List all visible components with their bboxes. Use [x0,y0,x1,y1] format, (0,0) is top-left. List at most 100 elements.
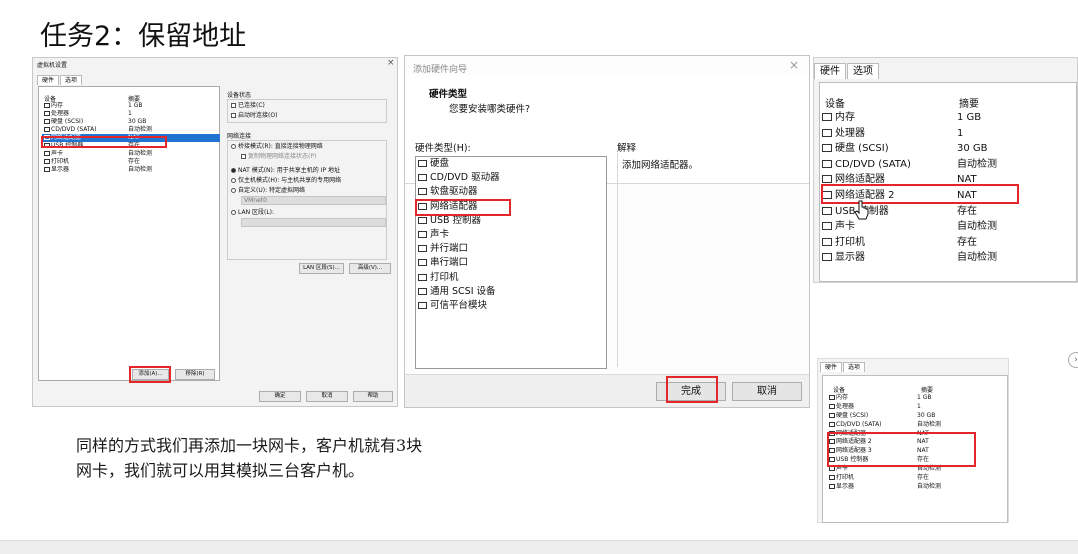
device-row[interactable]: 打印机 存在 [42,158,220,166]
device-summary: 自动检测 [957,221,997,233]
hardware-type-rows: 硬盘 CD/DVD 驱动器 软盘驱动器 网络适配器 USB 控制器 声卡 并行端口 串行端口打… [416,157,606,313]
hardware-type-item[interactable]: 并行端口 [416,242,606,256]
network-heading: 网络连接 [227,133,252,140]
checkbox-icon [231,103,236,108]
device-row[interactable]: 打印机 存在 [829,473,1005,482]
ok-button[interactable]: 确定 [259,391,301,402]
device-name: 内存 [835,112,855,123]
device-row[interactable]: 显示器 自动检测 [829,482,1005,491]
hardware-type-item[interactable]: 串行端口 [416,256,606,270]
device-row[interactable]: 内存 1 GB [829,393,1005,402]
hardware-type-item[interactable]: 可信平台模块 [416,299,606,313]
host-only-radio[interactable]: 仅主机模式(H): 与主机共享的专用网络 [231,176,383,186]
device-name: 硬盘 (SCSI) [51,118,84,125]
hardware-type-item[interactable]: 软盘驱动器 [416,185,606,199]
device-name: 硬盘 (SCSI) [835,143,889,155]
tab-hardware[interactable]: 硬件 [814,63,846,79]
connected-checkbox[interactable]: 已连接(C) [231,101,383,111]
help-button[interactable]: 帮助 [353,391,393,402]
device-row[interactable]: 硬盘 (SCSI) 30 GB [42,118,220,126]
network-icon [822,175,832,184]
hardware-type-item[interactable]: 声卡 [416,228,606,242]
custom-radio[interactable]: 自定义(U): 特定虚拟网络 [231,186,383,196]
device-name-cell: 打印机 [44,158,128,166]
device-row[interactable]: 硬盘 (SCSI) 30 GB [822,141,1074,157]
cancel-button[interactable]: 取消 [732,382,802,401]
hardware-type-name: 打印机 [430,271,459,283]
lan-radio[interactable]: LAN 区段(L): [231,208,383,218]
wizard-subheading: 您要安装哪类硬件? [449,104,531,115]
device-row[interactable]: 打印机 存在 [822,235,1074,251]
hardware-type-item[interactable]: 硬盘 [416,157,606,171]
device-row[interactable]: CD/DVD (SATA) 自动检测 [42,126,220,134]
network-group: 桥接模式(R): 直接连接物理网络 复制物理网络连接状态(P) NAT 模式(N… [227,140,387,260]
hardware-type-name: 串行端口 [430,257,469,269]
device-summary: 1 [957,127,964,139]
custom-network-select[interactable]: VMnet0 [241,196,386,205]
device-row[interactable]: 处理器 1 [829,402,1005,411]
device-summary: 存在 [917,474,930,482]
usb-icon [822,206,832,215]
floppy-icon [418,188,427,196]
device-name-cell: USB 控制器 [822,204,957,220]
device-row[interactable]: 处理器 1 [42,110,220,118]
tab-options[interactable]: 选项 [60,75,83,85]
bridged-label: 桥接模式(R): 直接连接物理网络 [238,143,323,150]
radio-selected-icon [231,168,236,173]
close-icon[interactable]: × [789,58,799,72]
highlight-network-adapter [41,136,167,148]
hardware-type-item[interactable]: 通用 SCSI 设备 [416,285,606,299]
hardware-type-item[interactable]: CD/DVD 驱动器 [416,171,606,185]
cancel-button[interactable]: 取消 [306,391,348,402]
device-summary: 30 GB [128,118,147,125]
tab-hardware[interactable]: 硬件 [820,362,843,372]
radio-icon [231,188,236,193]
printer-icon [829,475,835,481]
hardware-type-item[interactable]: 打印机 [416,271,606,285]
lan-label: LAN 区段(L): [238,209,275,216]
device-name: 处理器 [51,110,70,117]
device-name-cell: 显示器 [829,482,917,491]
device-row[interactable]: 显示器 自动检测 [42,166,220,174]
checkbox-icon [231,113,236,118]
device-row[interactable]: CD/DVD (SATA) 自动检测 [822,157,1074,173]
device-name-cell: 内存 [44,102,128,110]
chevron-right-icon[interactable]: › [1068,352,1078,368]
advanced-button[interactable]: 高级(V)... [349,263,391,274]
nat-label: NAT 模式(N): 用于共享主机的 IP 地址 [238,167,341,174]
device-row[interactable]: CD/DVD (SATA) 自动检测 [829,420,1005,429]
device-name-cell: 声卡 [822,219,957,235]
device-name-cell: 处理器 [829,402,917,411]
device-name: 声卡 [51,150,64,157]
disk-icon [822,144,832,153]
device-row[interactable]: 显示器 自动检测 [822,250,1074,266]
close-icon[interactable]: × [387,58,395,68]
device-summary: 自动检测 [957,252,997,264]
connect-on-power-checkbox[interactable]: 启动时连接(O) [231,111,383,121]
device-name: 打印机 [836,474,855,482]
device-summary: 30 GB [917,411,936,419]
tab-options[interactable]: 选项 [843,362,866,372]
lan-segment-select[interactable] [241,218,386,227]
device-summary: 1 [128,110,132,117]
device-row[interactable]: 硬盘 (SCSI) 30 GB [829,411,1005,420]
usb-icon [418,216,427,224]
device-row[interactable]: 内存 1 GB [822,110,1074,126]
disk-icon [829,412,835,418]
replicate-checkbox[interactable]: 复制物理网络连接状态(P) [231,152,383,162]
remove-hardware-button[interactable]: 移除(R) [175,369,215,380]
tab-hardware[interactable]: 硬件 [37,75,60,85]
device-row[interactable]: 内存 1 GB [42,102,220,110]
device-row[interactable]: 声卡 自动检测 [42,150,220,158]
device-row[interactable]: 处理器 1 [822,126,1074,142]
slide-note: 同样的方式我们再添加一块网卡，客户机就有3块 网卡，我们就可以用其模拟三台客户机… [76,433,556,483]
device-list: 设备 摘要 内存 1 GB 处理器 1 硬盘 (SCSI) 30 GB CD/DVD (SA… [819,82,1077,282]
bridged-radio[interactable]: 桥接模式(R): 直接连接物理网络 [231,142,383,152]
device-summary: 自动检测 [917,420,942,428]
sound-icon [44,151,50,156]
device-name-cell: 显示器 [822,250,957,266]
tab-options[interactable]: 选项 [847,63,879,79]
nat-radio[interactable]: NAT 模式(N): 用于共享主机的 IP 地址 [231,166,383,176]
lan-segment-button[interactable]: LAN 区段(S)... [299,263,344,274]
device-summary: 存在 [957,236,977,248]
